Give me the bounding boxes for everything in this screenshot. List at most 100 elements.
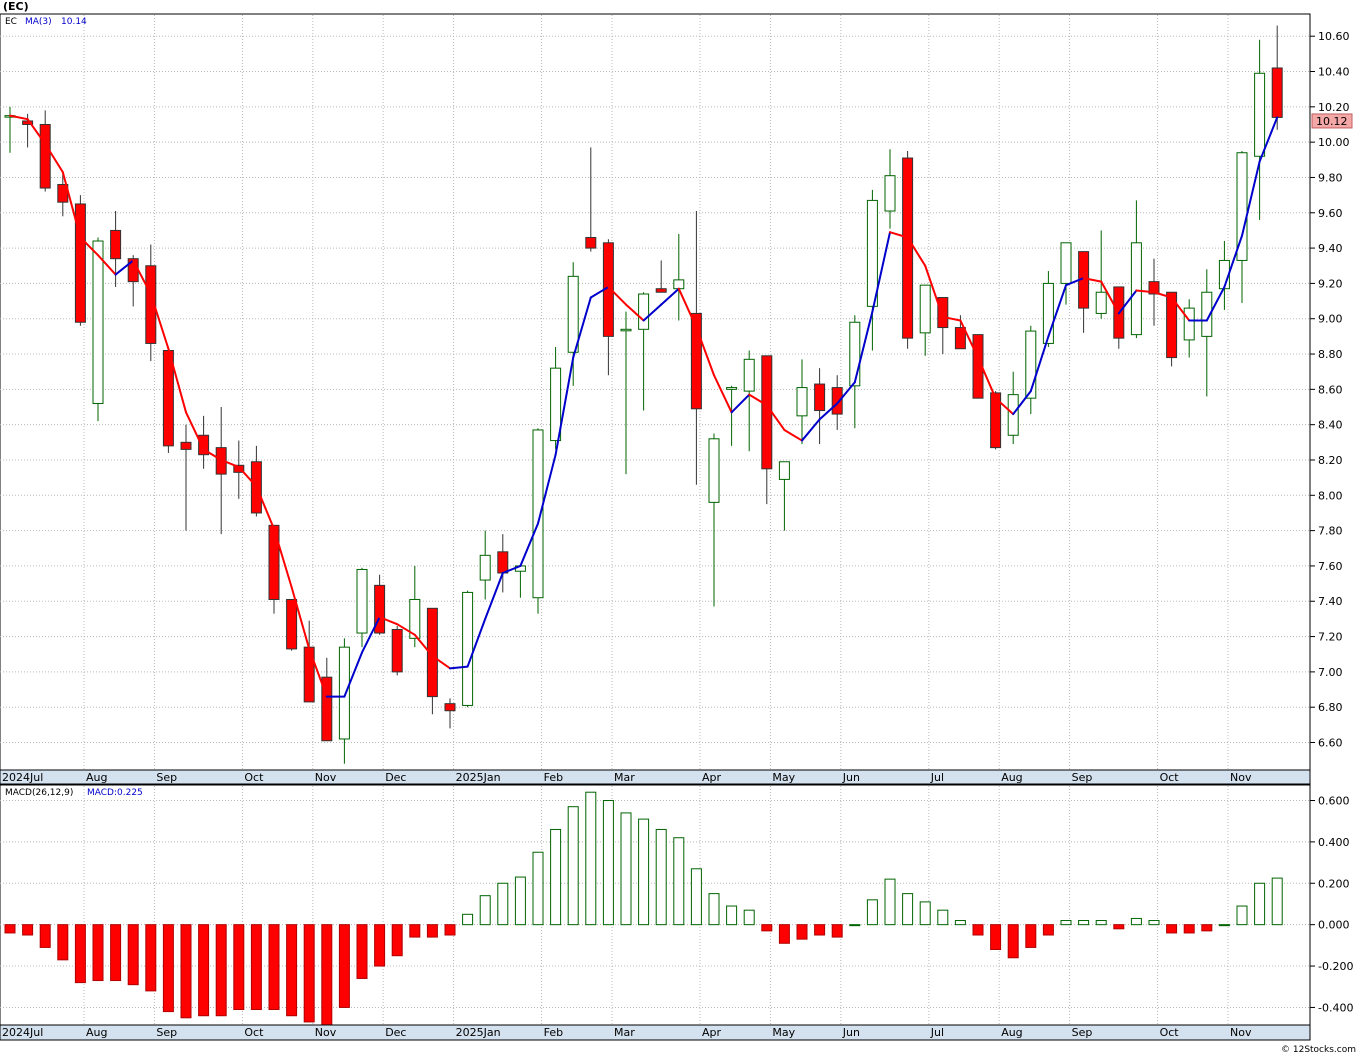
price-x-tick-label: Mar bbox=[614, 771, 635, 784]
price-x-tick-label: 2025Jan bbox=[456, 771, 501, 784]
macd-bar-negative bbox=[426, 924, 438, 938]
macd-y-tick-label: -0.400 bbox=[1318, 1001, 1353, 1014]
macd-y-tick-label: 0.600 bbox=[1318, 794, 1350, 807]
macd-bar-negative bbox=[1007, 924, 1019, 959]
macd-y-tick-label: 0.400 bbox=[1318, 836, 1350, 849]
macd-bar-negative bbox=[831, 924, 843, 938]
macd-bar-positive bbox=[514, 876, 526, 926]
macd-x-tick-label: Aug bbox=[1001, 1026, 1022, 1039]
price-x-tick-label: Apr bbox=[702, 771, 722, 784]
candle-body-down bbox=[286, 598, 298, 650]
candle bbox=[74, 195, 86, 326]
price-x-tick-label: Oct bbox=[1160, 771, 1180, 784]
macd-y-tick-label: 0.200 bbox=[1318, 877, 1350, 890]
candle-body-down bbox=[902, 157, 914, 339]
macd-bar-negative bbox=[92, 924, 104, 982]
macd-x-tick-label: Dec bbox=[385, 1026, 406, 1039]
price-x-axis-strip bbox=[0, 769, 1311, 785]
price-y-tick-label: 7.60 bbox=[1318, 560, 1343, 573]
candle-body-up bbox=[1060, 242, 1072, 284]
macd-bar-positive bbox=[1218, 924, 1230, 927]
macd-bar-negative bbox=[972, 924, 984, 936]
candle-body-up bbox=[726, 387, 738, 390]
price-x-tick-label: Dec bbox=[385, 771, 406, 784]
price-x-tick-label: Jun bbox=[842, 771, 860, 784]
candle-body-down bbox=[1271, 67, 1283, 118]
macd-bar-negative bbox=[814, 924, 826, 936]
macd-bar-positive bbox=[1130, 917, 1142, 926]
macd-bar-negative bbox=[391, 924, 403, 957]
candle-body-up bbox=[743, 358, 755, 392]
candle bbox=[162, 350, 174, 453]
candle-body-down bbox=[831, 387, 843, 415]
macd-bar-negative bbox=[338, 924, 350, 1008]
macd-bar-negative bbox=[198, 924, 210, 1017]
candle-body-up bbox=[708, 438, 720, 503]
price-y-tick-label: 10.20 bbox=[1318, 101, 1350, 114]
macd-x-tick-label: Nov bbox=[315, 1026, 337, 1039]
macd-bar-negative bbox=[796, 924, 808, 940]
copyright-credit: © 12Stocks.com bbox=[1281, 1045, 1356, 1055]
price-y-tick-label: 8.00 bbox=[1318, 489, 1343, 502]
macd-x-tick-label: Oct bbox=[1160, 1026, 1180, 1039]
macd-x-tick-label: Jul bbox=[930, 1026, 944, 1039]
macd-bar-positive bbox=[620, 812, 632, 926]
price-x-tick-label: Feb bbox=[544, 771, 563, 784]
macd-bar-negative bbox=[268, 924, 280, 1011]
macd-bar-positive bbox=[602, 799, 614, 926]
candle-body-down bbox=[937, 297, 949, 329]
candle-body-down bbox=[444, 703, 456, 712]
candle-body-up bbox=[1254, 72, 1266, 157]
macd-bar-negative bbox=[1025, 924, 1037, 948]
price-x-tick-label: May bbox=[772, 771, 795, 784]
candle-body-up bbox=[462, 591, 474, 706]
macd-bar-positive bbox=[550, 828, 562, 926]
candle-body-up bbox=[567, 275, 579, 353]
macd-bar-positive bbox=[708, 893, 720, 926]
candle bbox=[990, 391, 1002, 450]
price-y-tick-label: 9.60 bbox=[1318, 207, 1343, 220]
price-x-tick-label: Sep bbox=[1072, 771, 1093, 784]
price-x-tick-label: Aug bbox=[86, 771, 107, 784]
last-price-badge-label: 10.12 bbox=[1316, 115, 1348, 128]
price-y-tick-label: 9.00 bbox=[1318, 313, 1343, 326]
candle-body-up bbox=[92, 240, 104, 404]
price-legend-indicator: MA(3) bbox=[25, 17, 52, 27]
price-y-tick-label: 8.40 bbox=[1318, 419, 1343, 432]
macd-bar-negative bbox=[22, 924, 34, 936]
macd-bar-negative bbox=[39, 924, 51, 948]
macd-x-tick-label: Jun bbox=[842, 1026, 860, 1039]
price-x-tick-label: Aug bbox=[1001, 771, 1022, 784]
stock-chart: 6.60 6.80 7.00 7.20 7.40 7.60 7.80 8.00 8.20 8.40… bbox=[0, 0, 1356, 1055]
price-y-tick-label: 6.60 bbox=[1318, 737, 1343, 750]
macd-bar-negative bbox=[286, 924, 298, 1017]
macd-x-tick-label: Oct bbox=[244, 1026, 264, 1039]
macd-bar-negative bbox=[57, 924, 69, 961]
macd-bar-negative bbox=[4, 924, 16, 934]
price-legend-value: 10.14 bbox=[61, 17, 87, 27]
macd-bar-negative bbox=[180, 924, 192, 1019]
price-y-tick-label: 8.80 bbox=[1318, 348, 1343, 361]
macd-bar-negative bbox=[778, 924, 790, 944]
candle-body-up bbox=[550, 367, 562, 442]
price-y-tick-label: 8.20 bbox=[1318, 454, 1343, 467]
price-y-tick-label: 9.40 bbox=[1318, 242, 1343, 255]
candle-body-down bbox=[814, 383, 826, 412]
macd-bar-negative bbox=[374, 924, 386, 967]
candle-body-down bbox=[268, 524, 280, 600]
candle-body-down bbox=[761, 355, 773, 470]
price-y-axis: 6.60 6.80 7.00 7.20 7.40 7.60 7.80 8.00 8.20 8.40… bbox=[1310, 30, 1350, 750]
price-y-tick-label: 8.60 bbox=[1318, 383, 1343, 396]
macd-bar-positive bbox=[902, 893, 914, 926]
price-y-tick-label: 7.40 bbox=[1318, 595, 1343, 608]
macd-x-tick-label: Apr bbox=[702, 1026, 722, 1039]
macd-x-tick-label: Mar bbox=[614, 1026, 635, 1039]
price-x-tick-label: Sep bbox=[156, 771, 177, 784]
macd-bar-positive bbox=[884, 878, 896, 926]
candle-body-down bbox=[954, 327, 966, 350]
macd-bar-positive bbox=[1254, 882, 1266, 926]
price-x-tick-label: Jul bbox=[930, 771, 944, 784]
macd-bar-positive bbox=[937, 909, 949, 926]
macd-y-tick-label: -0.200 bbox=[1318, 960, 1353, 973]
macd-bar-positive bbox=[726, 905, 738, 926]
